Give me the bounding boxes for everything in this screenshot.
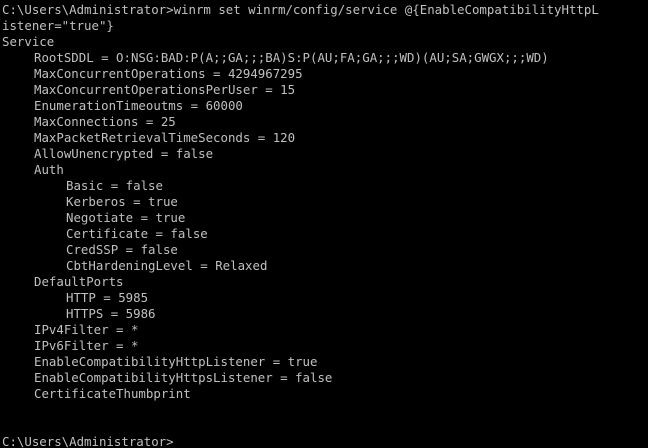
output-auth-certificate: Certificate = false (66, 226, 208, 241)
output-auth-kerberos: Kerberos = true (66, 194, 178, 209)
section-header-auth: Auth (34, 162, 64, 177)
output-compat-http-listener: EnableCompatibilityHttpListener = true (34, 354, 318, 369)
output-auth-negotiate: Negotiate = true (66, 210, 186, 225)
output-compat-https-listener: EnableCompatibilityHttpsListener = false (34, 370, 333, 385)
output-enumeration-timeoutms: EnumerationTimeoutms = 60000 (34, 98, 243, 113)
section-header-service: Service (2, 34, 55, 49)
output-ipv6-filter: IPv6Filter = * (34, 338, 139, 353)
output-max-concurrent-operations: MaxConcurrentOperations = 4294967295 (34, 66, 303, 81)
output-auth-cbt-hardening: CbtHardeningLevel = Relaxed (66, 258, 268, 273)
section-header-default-ports: DefaultPorts (34, 274, 124, 289)
output-port-https: HTTPS = 5986 (66, 306, 156, 321)
output-auth-credssp: CredSSP = false (66, 242, 178, 257)
output-max-packet-retrieval-time: MaxPacketRetrievalTimeSeconds = 120 (34, 130, 296, 145)
command-line: C:\Users\Administrator>winrm set winrm/c… (2, 2, 599, 17)
output-certificate-thumbprint: CertificateThumbprint (34, 386, 191, 401)
output-max-concurrent-operations-per-user: MaxConcurrentOperationsPerUser = 15 (34, 82, 296, 97)
output-ipv4-filter: IPv4Filter = * (34, 322, 139, 337)
command-line-continuation: istener="true"} (2, 18, 114, 33)
output-max-connections: MaxConnections = 25 (34, 114, 176, 129)
output-root-sddl: RootSDDL = O:NSG:BAD:P(A;;GA;;;BA)S:P(AU… (34, 50, 549, 65)
command-prompt[interactable]: C:\Users\Administrator> (2, 434, 174, 448)
window-edge (640, 0, 648, 448)
output-auth-basic: Basic = false (66, 178, 163, 193)
output-port-http: HTTP = 5985 (66, 290, 149, 305)
console-window[interactable]: C:\Users\Administrator>winrm set winrm/c… (0, 0, 640, 448)
output-allow-unencrypted: AllowUnencrypted = false (34, 146, 214, 161)
